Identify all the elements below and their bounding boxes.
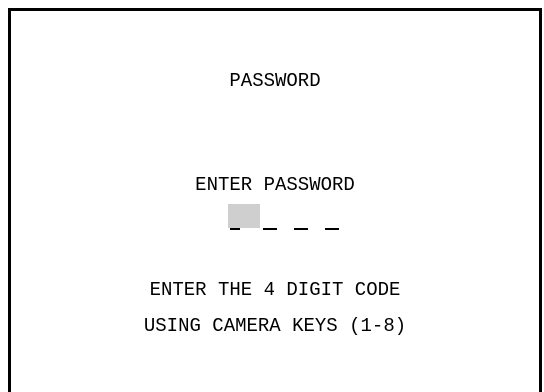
digit-underline <box>294 228 308 230</box>
password-prompt: ENTER PASSWORD <box>195 174 355 196</box>
digit-slot-1[interactable] <box>228 204 260 232</box>
instruction-line-2: USING CAMERA KEYS (1-8) <box>143 315 407 337</box>
digit-slot-3[interactable] <box>292 204 314 232</box>
cursor-highlight <box>228 204 260 228</box>
digit-underline <box>325 228 339 230</box>
password-code-field[interactable] <box>228 204 348 232</box>
digit-underline <box>230 228 240 230</box>
digit-underline <box>263 228 277 230</box>
page-title: PASSWORD <box>229 70 321 92</box>
password-screen: PASSWORD ENTER PASSWORD ENTER THE 4 DIGI… <box>8 8 542 392</box>
digit-slot-2[interactable] <box>261 204 283 232</box>
instruction-line-1: ENTER THE 4 DIGIT CODE <box>149 279 401 301</box>
digit-slot-4[interactable] <box>323 204 345 232</box>
